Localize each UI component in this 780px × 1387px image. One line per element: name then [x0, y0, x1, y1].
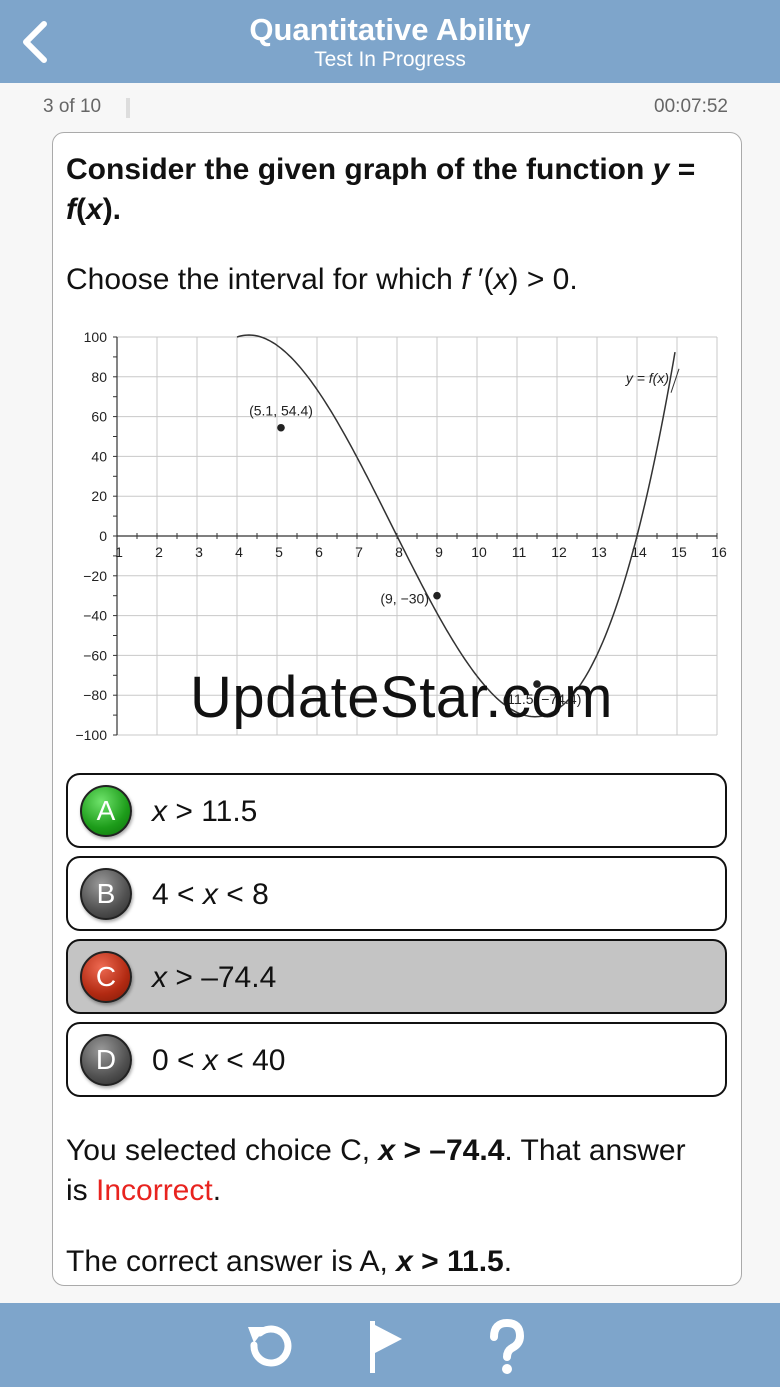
y-tick-label: −100 [75, 727, 107, 743]
answer-feedback: You selected choice C, x > –74.4. That a… [66, 1134, 686, 1207]
question-progress: 3 of 10 [43, 96, 102, 117]
x-tick-label: 6 [315, 544, 323, 560]
y-tick-label: −20 [83, 568, 107, 584]
flag-icon [370, 1321, 402, 1373]
x-tick-label: 12 [551, 544, 567, 560]
y-tick-label: −40 [83, 608, 107, 624]
x-tick-label: 10 [471, 544, 487, 560]
choice-a-badge: A [80, 785, 132, 837]
y-tick-label: 60 [91, 409, 107, 425]
x-tick-label: 5 [275, 544, 283, 560]
page-title: Quantitative Ability [249, 12, 531, 47]
choice-d-badge: D [80, 1034, 132, 1086]
choice-c[interactable]: C x > –74.4 [66, 939, 727, 1014]
function-curve [236, 334, 676, 718]
test-timer: 00:07:52 [654, 96, 728, 117]
result-status: Incorrect [96, 1174, 213, 1207]
header-bar: Quantitative Ability Test In Progress [0, 0, 780, 83]
y-tick-label: 20 [91, 488, 107, 504]
page-subtitle: Test In Progress [314, 48, 466, 71]
retry-button[interactable] [240, 1317, 300, 1377]
y-tick-label: 0 [99, 528, 107, 544]
y-tick-label: −80 [83, 687, 107, 703]
refresh-icon [248, 1325, 292, 1367]
data-point-label: (9, −30) [380, 591, 429, 607]
y-tick-label: 40 [91, 448, 107, 464]
y-tick-label: 100 [84, 329, 108, 345]
watermark-text: UpdateStar.com [190, 665, 613, 730]
choice-b-badge: B [80, 868, 132, 920]
y-tick-label: −60 [83, 647, 107, 663]
series-label: y = f(x) [625, 370, 669, 386]
x-tick-label: 16 [711, 544, 727, 560]
x-tick-label: 9 [435, 544, 443, 560]
question-title: Consider the given graph of the function… [66, 153, 696, 226]
x-tick-label: 11 [512, 544, 527, 560]
footer-toolbar [0, 1303, 780, 1387]
y-tick-label: 80 [91, 369, 107, 385]
x-tick-label: 1 [115, 544, 123, 560]
correct-answer: The correct answer is A, x > 11.5. [66, 1245, 513, 1278]
flag-button[interactable] [356, 1317, 416, 1377]
x-tick-label: 3 [195, 544, 203, 560]
choice-b[interactable]: B 4 < x < 8 [66, 856, 727, 931]
progress-divider [126, 98, 130, 118]
x-tick-label: 4 [235, 544, 243, 560]
data-point [433, 591, 441, 600]
choice-c-text: x > –74.4 [152, 961, 277, 994]
help-icon [490, 1318, 525, 1374]
question-prompt: Choose the interval for which f ′(x) > 0… [66, 263, 578, 296]
x-tick-label: 15 [671, 544, 687, 560]
data-point-label: (5.1, 54.4) [249, 403, 313, 419]
x-tick-label: 7 [355, 544, 363, 560]
choice-b-text: 4 < x < 8 [152, 878, 269, 911]
x-tick-label: 13 [591, 544, 607, 560]
choice-c-badge: C [80, 951, 132, 1003]
choice-d[interactable]: D 0 < x < 40 [66, 1022, 727, 1097]
help-button[interactable] [476, 1317, 536, 1377]
choice-d-text: 0 < x < 40 [152, 1044, 286, 1077]
choice-a[interactable]: A x > 11.5 [66, 773, 727, 848]
x-tick-label: 2 [155, 544, 163, 560]
choice-a-text: x > 11.5 [152, 795, 258, 828]
data-point [277, 423, 285, 432]
